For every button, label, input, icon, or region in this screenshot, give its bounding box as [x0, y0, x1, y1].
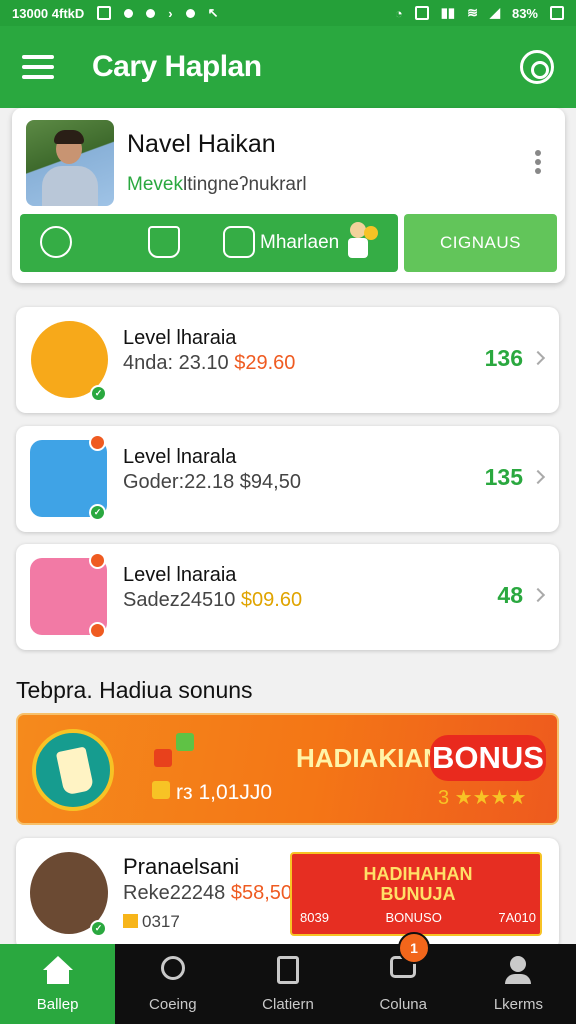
level-count: 48 — [497, 582, 523, 608]
person-icon — [510, 956, 527, 972]
notification-icon — [97, 6, 112, 20]
gift-box-icon — [152, 781, 170, 799]
level-count: 136 — [484, 345, 523, 371]
app-bar: Cary Haplan — [0, 26, 576, 108]
check-badge-icon: ✓ — [90, 385, 107, 402]
home-icon — [42, 956, 73, 970]
nav-arrow-icon: ↖ — [207, 5, 219, 20]
promo-count: 0317 — [123, 912, 180, 932]
nav-label: Coluna — [379, 996, 427, 1013]
bonus-banner[interactable]: rз 1,01JJ0 HADIAKIAN BONUS 3 ★★★★ — [16, 713, 559, 825]
chevron-right-icon — [530, 350, 546, 366]
gift-box-icon — [154, 749, 172, 767]
check-badge-icon: ✓ — [89, 504, 106, 521]
profile-name: Navel Haikan — [127, 130, 276, 158]
profile-subtitle-text: ltingneʔnukrarl — [182, 174, 307, 195]
play-icon: › — [168, 5, 173, 21]
level-count: 135 — [484, 464, 523, 490]
level-card[interactable]: ✓ Level lharaia 4nda: 23.10 $29.60 136 — [16, 307, 559, 413]
section-title: Tebpra. Hadiua sonuns — [16, 677, 253, 703]
promo-card[interactable]: ✓ Pranaelsani Reke22248 $58,50 0317 HADI… — [16, 838, 559, 950]
level-title: Level lharaia — [123, 327, 237, 349]
avatar[interactable] — [26, 120, 114, 206]
profile-card: Navel Haikan Mevekltingneʔnukrarl Mharla… — [12, 108, 565, 283]
banner-amount: rз 1,01JJ0 — [176, 781, 273, 804]
search-icon — [160, 956, 185, 980]
person-icon-body — [505, 974, 532, 984]
clipboard-icon — [277, 956, 299, 984]
nav-item-clipboard[interactable]: Clatiern — [230, 944, 345, 1024]
alarm-icon: ◔ — [394, 5, 403, 21]
more-options-icon[interactable] — [535, 150, 541, 174]
promo-price: $58,50 — [230, 882, 293, 904]
nfc-icon — [414, 6, 429, 20]
messenger-icon — [124, 8, 134, 18]
level-price: $09.60 — [240, 589, 303, 611]
nav-item-profile[interactable]: Lkerms — [461, 944, 576, 1024]
profile-subtitle-highlight: Mevek — [127, 174, 183, 195]
action-label[interactable]: Mharlaen — [260, 232, 339, 254]
level-subtitle: Sadez24510 $09.60 — [123, 589, 303, 611]
nav-label: Lkerms — [493, 996, 543, 1013]
cup-icon[interactable] — [148, 226, 180, 258]
warning-badge-icon — [89, 622, 106, 639]
notification-badge: 1 — [398, 932, 430, 964]
banner-rating: 3 ★★★★ — [438, 787, 527, 809]
hamburger-menu-icon[interactable] — [22, 55, 54, 79]
profile-subtitle: Mevekltingneʔnukrarl — [127, 174, 307, 196]
chevron-right-icon — [530, 469, 546, 485]
status-bar: 13000 4ftkD › ↖ ◔ ▮▮ ≋ ◢ 83% — [0, 0, 576, 26]
promo-banner-title: HADIHAHAN BUNUJA — [363, 864, 473, 904]
gift-icon — [123, 914, 138, 928]
nav-item-home[interactable]: Ballep — [0, 944, 116, 1024]
nav-item-search[interactable]: Coeing — [115, 944, 230, 1024]
promo-title: Pranaelsani — [123, 854, 240, 879]
promo-subtitle: Reke22248 $58,50 — [123, 882, 293, 904]
hand-icon[interactable] — [40, 226, 72, 258]
chevron-right-icon — [530, 587, 546, 603]
promo-banner[interactable]: HADIHAHAN BUNUJA 8039 BONUSO 7A010 — [290, 852, 542, 936]
level-card[interactable]: ✓ Level lnarala Goder:22.18 $94,50 135 — [16, 426, 559, 532]
level-price: $94,50 — [239, 471, 301, 493]
level-title: Level lnarala — [123, 446, 237, 468]
notification-badge-icon — [89, 434, 106, 451]
banner-headline: HADIAKIAN — [296, 743, 442, 773]
nav-label: Clatiern — [262, 996, 314, 1013]
settings-icon[interactable] — [520, 50, 554, 84]
level-subtitle: Goder:22.18 $94,50 — [123, 471, 301, 493]
level-title: Level lnaraia — [123, 564, 237, 586]
emoji-icon[interactable] — [223, 226, 255, 258]
bottom-nav: Ballep Coeing Clatiern Coluna Lkerms — [0, 944, 576, 1024]
check-badge-icon: ✓ — [90, 920, 107, 937]
level-subtitle: 4nda: 23.10 $29.60 — [123, 352, 296, 374]
location-icon — [146, 8, 156, 18]
signal-strength-icon: ◢ — [489, 5, 500, 20]
home-icon-base — [46, 970, 69, 984]
promo-banner-footer: 8039 BONUSO 7A010 — [300, 910, 536, 925]
nav-label: Coeing — [149, 996, 197, 1013]
signal-icon: ▮▮ — [440, 5, 456, 20]
level-price: $29.60 — [234, 352, 296, 374]
battery-percent: 83% — [511, 5, 538, 21]
wifi-icon: ≋ — [467, 5, 478, 20]
mascot-icon — [344, 222, 378, 260]
battery-icon — [550, 6, 564, 20]
record-icon — [185, 8, 195, 18]
bonus-pill[interactable]: BONUS — [430, 735, 546, 781]
cup-icon — [32, 729, 114, 811]
profile-action-bar: Mharlaen — [20, 214, 398, 272]
gift-box-icon — [176, 733, 194, 751]
bonus-button[interactable]: CIGNAUS — [404, 214, 557, 272]
level-card[interactable]: Level lnaraia Sadez24510 $09.60 48 — [16, 544, 559, 650]
nav-label: Ballep — [36, 996, 79, 1013]
notification-badge-icon — [89, 552, 106, 569]
app-title: Cary Haplan — [92, 50, 262, 83]
status-time: 13000 4ftkD — [12, 5, 85, 21]
